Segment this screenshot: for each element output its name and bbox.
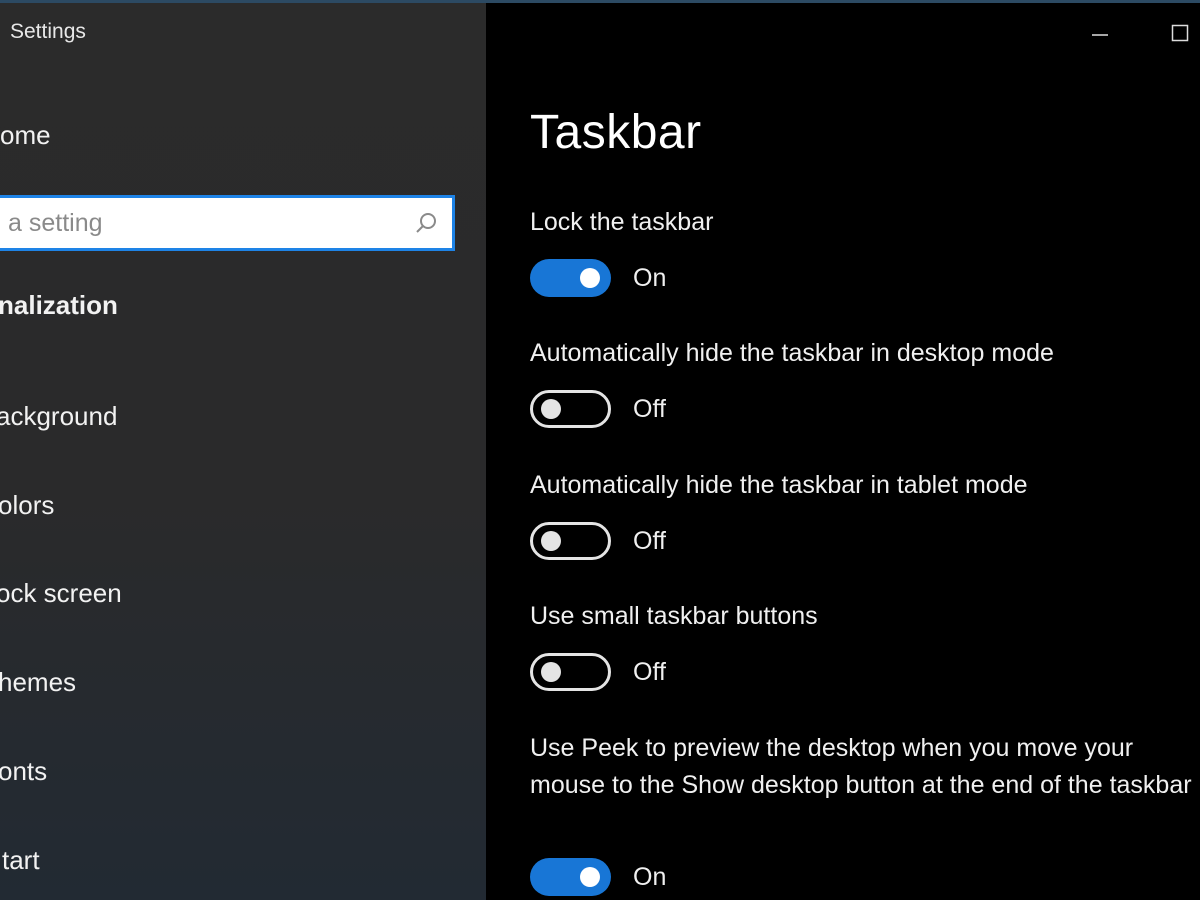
toggle-state-label: On	[633, 263, 667, 292]
setting-label-autohide-desktop: Automatically hide the taskbar in deskto…	[530, 339, 1054, 367]
setting-label-autohide-tablet: Automatically hide the taskbar in tablet…	[530, 471, 1028, 499]
app-title: Settings	[10, 20, 86, 43]
toggle-state-label: Off	[633, 394, 666, 423]
autohide-desktop-toggle[interactable]	[530, 390, 611, 428]
small-buttons-toggle[interactable]	[530, 653, 611, 691]
sidebar-item-fonts[interactable]: onts	[0, 756, 47, 787]
toggle-knob	[580, 268, 600, 288]
sidebar-item-lock-screen[interactable]: ock screen	[0, 578, 122, 609]
lock-taskbar-toggle[interactable]	[530, 259, 611, 297]
setting-toggle-row: Off	[530, 390, 666, 428]
peek-toggle[interactable]	[530, 858, 611, 896]
sidebar: Settings ome nalization ackground olors …	[0, 0, 486, 900]
setting-label-small-buttons: Use small taskbar buttons	[530, 602, 818, 630]
toggle-knob	[541, 399, 561, 419]
toggle-knob	[580, 867, 600, 887]
toggle-knob	[541, 662, 561, 682]
page-title: Taskbar	[530, 106, 702, 159]
sidebar-item-background[interactable]: ackground	[0, 401, 117, 432]
setting-label-lock-taskbar: Lock the taskbar	[530, 208, 714, 236]
setting-toggle-row: On	[530, 259, 666, 297]
sidebar-item-themes[interactable]: hemes	[0, 667, 76, 698]
section-title-personalization: nalization	[0, 290, 118, 320]
main-panel: Taskbar Lock the taskbar On Automaticall…	[486, 0, 1200, 900]
setting-toggle-row: Off	[530, 653, 666, 691]
window-top-border	[0, 0, 1200, 3]
maximize-button[interactable]	[1160, 18, 1200, 48]
toggle-knob	[541, 531, 561, 551]
sidebar-item-start[interactable]: tart	[2, 845, 40, 876]
sidebar-item-home[interactable]: ome	[0, 120, 51, 151]
autohide-tablet-toggle[interactable]	[530, 522, 611, 560]
toggle-state-label: Off	[633, 657, 666, 686]
setting-toggle-row: Off	[530, 522, 666, 560]
search-icon[interactable]	[412, 209, 440, 237]
toggle-state-label: Off	[633, 526, 666, 555]
search-box[interactable]	[0, 195, 455, 251]
toggle-state-label: On	[633, 862, 667, 891]
setting-label-peek: Use Peek to preview the desktop when you…	[530, 734, 1192, 799]
search-input[interactable]	[0, 198, 412, 248]
minimize-button[interactable]	[1080, 18, 1120, 48]
sidebar-item-colors[interactable]: olors	[0, 490, 54, 521]
setting-toggle-row: On	[530, 858, 666, 896]
home-label: ome	[0, 120, 51, 150]
